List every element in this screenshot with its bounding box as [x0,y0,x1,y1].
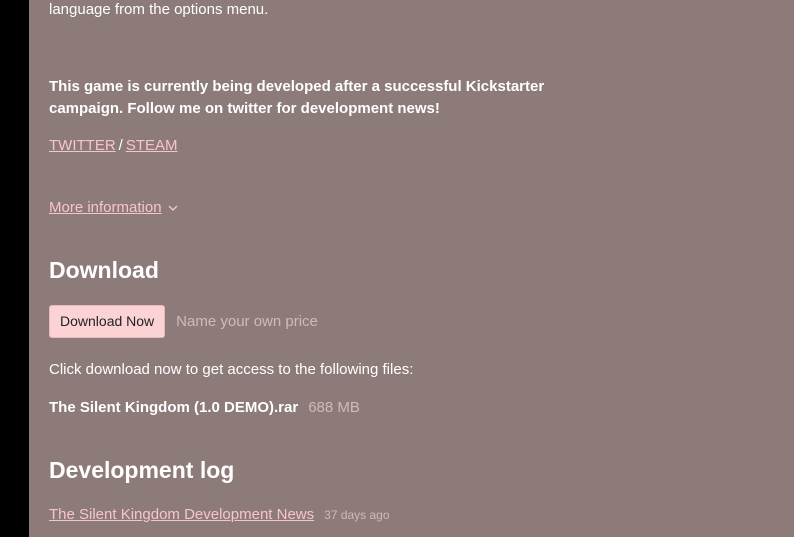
devlog-post-date: 37 days ago [324,508,390,522]
kickstarter-note: This game is currently being developed a… [49,78,545,117]
more-information-toggle[interactable]: More information [49,198,179,218]
steam-link[interactable]: STEAM [126,137,178,154]
download-row: Download Now Name your own price [49,305,318,338]
file-item: The Silent Kingdom (1.0 DEMO).rar 688 MB [49,398,360,418]
download-heading: Download [49,257,159,283]
more-information-link[interactable]: More information [49,198,162,218]
file-name: The Silent Kingdom (1.0 DEMO).rar [49,399,299,416]
download-now-button[interactable]: Download Now [49,305,166,338]
devlog-heading: Development log [49,457,235,483]
devlog-post-link[interactable]: The Silent Kingdom Development News [49,505,314,525]
left-sidebar-strip [0,0,29,537]
file-size: 688 MB [308,399,360,416]
social-links: TWITTER / STEAM [49,136,178,156]
game-page: language from the options menu. This gam… [0,0,794,537]
devlog-post: The Silent Kingdom Development News 37 d… [49,505,390,525]
files-intro: Click download now to get access to the … [49,361,414,378]
chevron-down-icon [168,205,178,211]
price-note: Name your own price [176,313,318,330]
link-separator: / [118,137,123,154]
description-text: language from the options menu. [49,1,269,18]
twitter-link[interactable]: TWITTER [49,137,116,154]
